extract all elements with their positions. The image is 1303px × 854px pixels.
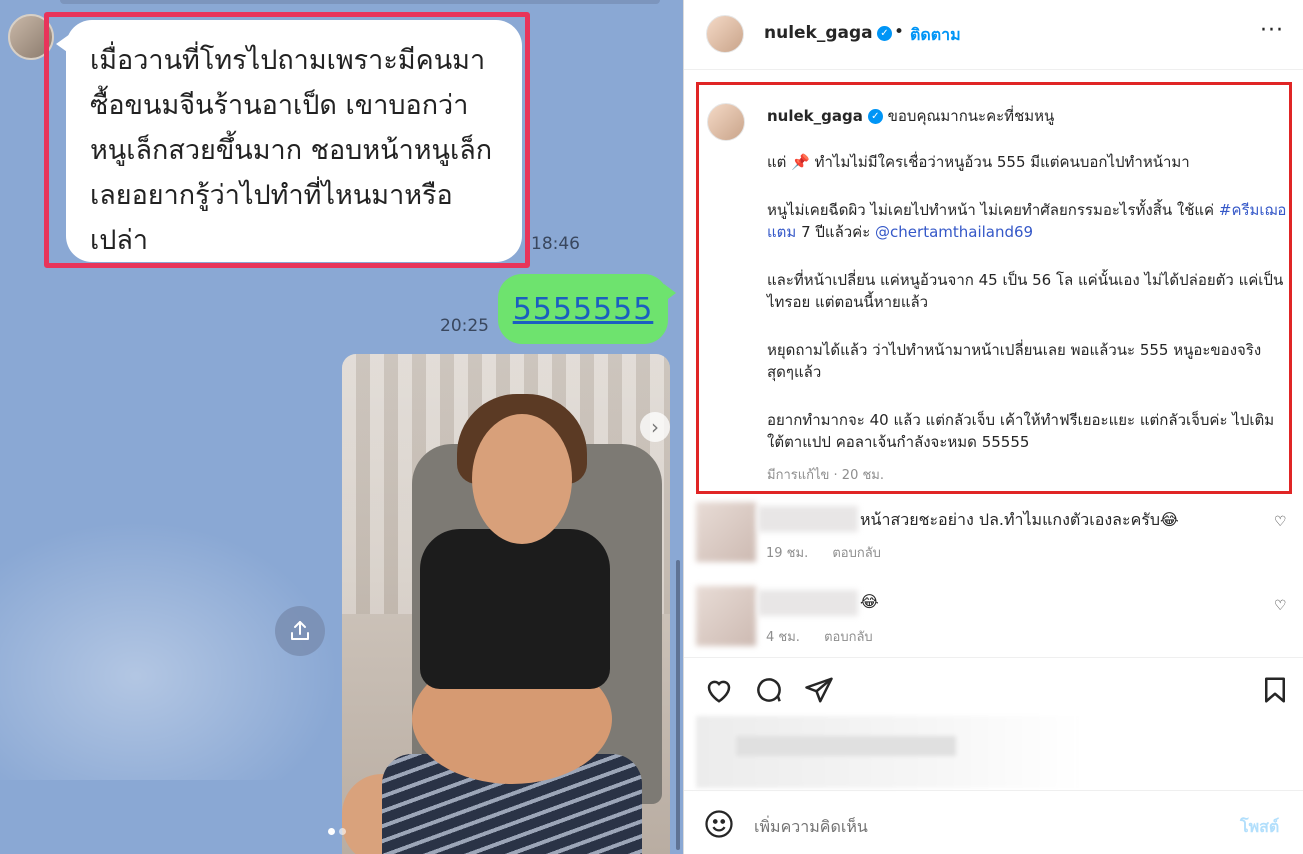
post-caption: nulek_gaga ✓ ขอบคุณมากนะคะที่ชมหนู แต่ 📌 … — [767, 105, 1287, 487]
share-icon[interactable] — [275, 606, 325, 656]
profile-avatar[interactable] — [706, 15, 744, 53]
comment-item: หน้าสวยชะอย่าง ปล.ทำไมแกงตัวเองละครับ😂 1… — [696, 502, 1292, 580]
caption-meta: มีการแก้ไข · 20 ชม. — [767, 468, 884, 483]
chat-scrollbar[interactable] — [676, 560, 680, 850]
comment-meta: 19 ชม. ตอบกลับ — [766, 542, 901, 563]
follow-button[interactable]: ติดตาม — [910, 23, 961, 48]
caption-verified-badge-icon: ✓ — [867, 109, 883, 124]
caption-para1: แต่ 📌 ทำไมไม่มีใครเชื่อว่าหนูอ้วน 555 มี… — [767, 153, 1190, 171]
heart-icon[interactable]: ♡ — [1274, 514, 1287, 530]
comment-icon[interactable] — [754, 675, 784, 705]
comment-item: 😂 4 ชม. ตอบกลับ ♡ — [696, 586, 1292, 664]
post-photo[interactable] — [342, 354, 670, 854]
commenter-name-blurred[interactable] — [758, 506, 858, 532]
carousel-dot — [339, 828, 346, 835]
commenter-avatar[interactable] — [696, 502, 756, 562]
caption-para5: อยากทำมากจะ 40 แล้ว แต่กลัวเจ็บ เค้าให้ท… — [767, 411, 1275, 451]
likes-blurred — [696, 716, 1082, 788]
post-header: nulek_gaga ✓ • ติดตาม ··· — [684, 0, 1303, 70]
caption-avatar[interactable] — [707, 103, 745, 141]
commenter-name-blurred[interactable] — [758, 590, 858, 616]
comment-input[interactable]: เพิ่มความคิดเห็น — [754, 815, 868, 840]
outgoing-message-bubble[interactable]: 5555555 — [498, 274, 676, 344]
caption-line1: ขอบคุณมากนะคะที่ชมหนู — [887, 107, 1055, 125]
screen: เมื่อวานที่โทรไปถามเพราะมีคนมาซื้อขนมจีน… — [0, 0, 1303, 854]
comment-text: หน้าสวยชะอย่าง ปล.ทำไมแกงตัวเองละครับ😂 — [860, 510, 1179, 529]
verified-badge-icon: ✓ — [877, 26, 892, 41]
caption-username[interactable]: nulek_gaga — [767, 107, 863, 125]
comment-time: 4 ชม. — [766, 630, 800, 645]
mention-link[interactable]: @chertamthailand69 — [875, 223, 1033, 241]
reply-button[interactable]: ตอบกลับ — [824, 630, 873, 645]
share-send-icon[interactable] — [804, 675, 834, 705]
chevron-right-icon[interactable]: › — [640, 412, 670, 442]
comment-time: 19 ชม. — [766, 546, 809, 561]
add-comment-bar: เพิ่มความคิดเห็น โพสต์ — [684, 790, 1303, 854]
outgoing-message-time: 20:25 — [440, 316, 489, 336]
outgoing-message-text[interactable]: 5555555 — [513, 292, 654, 327]
carousel-dot-active — [328, 828, 335, 835]
highlight-box-chat — [44, 12, 530, 268]
comment-meta: 4 ชม. ตอบกลับ — [766, 626, 893, 647]
separator-dot: • — [894, 22, 905, 42]
post-comment-button[interactable]: โพสต์ — [1240, 815, 1279, 840]
heart-icon[interactable]: ♡ — [1274, 598, 1287, 614]
caption-highlight-box: nulek_gaga ✓ ขอบคุณมากนะคะที่ชมหนู แต่ 📌 … — [696, 82, 1292, 494]
caption-para3: และที่หน้าเปลี่ยน แค่หนูอ้วนจาก 45 เป็น … — [767, 271, 1284, 311]
commenter-avatar[interactable] — [696, 586, 756, 646]
incoming-message-time: 18:46 — [531, 234, 580, 254]
comment-text: 😂 — [860, 592, 879, 611]
like-icon[interactable] — [704, 675, 734, 705]
header-username[interactable]: nulek_gaga — [764, 23, 873, 43]
carousel-dots — [328, 828, 346, 835]
instagram-panel: nulek_gaga ✓ • ติดตาม ··· nulek_gaga ✓ ขอ… — [683, 0, 1303, 854]
more-options-icon[interactable]: ··· — [1260, 18, 1284, 43]
chat-screenshot: เมื่อวานที่โทรไปถามเพราะมีคนมาซื้อขนมจีน… — [0, 0, 683, 854]
reply-button[interactable]: ตอบกลับ — [832, 546, 881, 561]
emoji-icon[interactable] — [704, 809, 734, 839]
caption-para4: หยุดถามได้แล้ว ว่าไปทำหน้ามาหน้าเปลี่ยนเ… — [767, 341, 1262, 381]
action-bar — [684, 657, 1303, 717]
previous-bubble-edge — [60, 0, 660, 4]
caption-para2: หนูไม่เคยฉีดผิว ไม่เคยไปทำหน้า ไม่เคยทำศ… — [767, 201, 1287, 241]
bookmark-icon[interactable] — [1260, 675, 1290, 705]
